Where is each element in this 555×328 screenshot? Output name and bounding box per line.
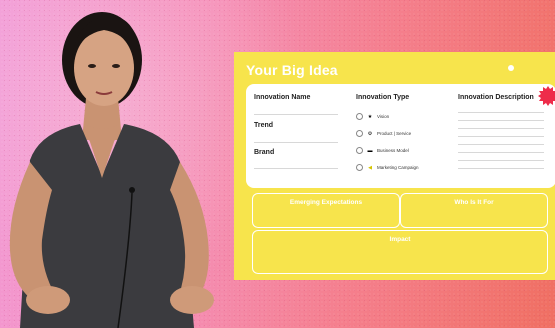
trend-label: Trend	[254, 122, 274, 129]
seal-badge-icon	[538, 86, 555, 106]
trend-line	[254, 142, 338, 143]
innovation-panel: Innovation Name Trend Brand Innovation T…	[246, 84, 555, 188]
presenter-video	[9, 12, 214, 328]
radio-button[interactable]	[356, 113, 363, 120]
description-line-3	[458, 128, 544, 129]
radio-button[interactable]	[356, 164, 363, 171]
emerging-expectations-label: Emerging Expectations	[289, 199, 363, 206]
type-option-business-model[interactable]: ▬ Business Model	[356, 147, 409, 154]
description-line-2	[458, 120, 544, 121]
description-line-1	[458, 112, 544, 113]
type-label: Business Model	[377, 148, 409, 153]
slide-logo	[508, 65, 547, 71]
description-line-4	[458, 136, 544, 137]
emerging-expectations-box: Emerging Expectations	[252, 193, 400, 228]
type-label: Vision	[377, 114, 390, 119]
who-is-it-for-label: Who Is It For	[454, 199, 494, 206]
brand-line	[254, 168, 338, 169]
type-label: Marketing Campaign	[377, 165, 419, 170]
impact-box: Impact	[252, 230, 548, 274]
brand-label: Brand	[254, 149, 275, 156]
description-line-5	[458, 144, 544, 145]
description-line-6	[458, 152, 544, 153]
type-label: Product | Service	[377, 131, 412, 136]
star-icon: ★	[367, 113, 373, 120]
who-is-it-for-box: Who Is It For	[400, 193, 548, 228]
innovation-name-line	[254, 114, 338, 115]
innovation-type-header: Innovation Type	[356, 94, 410, 101]
type-option-vision[interactable]: ★ Vision	[356, 113, 389, 120]
big-idea-slide: Your Big Idea Innovation Name Trend Bran…	[234, 52, 555, 280]
radio-button[interactable]	[356, 147, 363, 154]
radio-button[interactable]	[356, 130, 363, 137]
impact-label: Impact	[389, 236, 411, 243]
innovation-name-header: Innovation Name	[254, 94, 311, 101]
type-option-marketing-campaign[interactable]: ◀ Marketing Campaign	[356, 164, 419, 171]
chart-icon: ▬	[367, 147, 373, 154]
description-line-8	[458, 168, 544, 169]
slide-title: Your Big Idea	[246, 62, 338, 78]
description-line-7	[458, 160, 544, 161]
megaphone-icon: ◀	[368, 164, 372, 171]
type-option-product-service[interactable]: ⚙ Product | Service	[356, 130, 411, 137]
gear-icon: ⚙	[367, 130, 373, 137]
logo-dot-icon	[508, 65, 514, 71]
innovation-description-header: Innovation Description	[458, 94, 534, 101]
